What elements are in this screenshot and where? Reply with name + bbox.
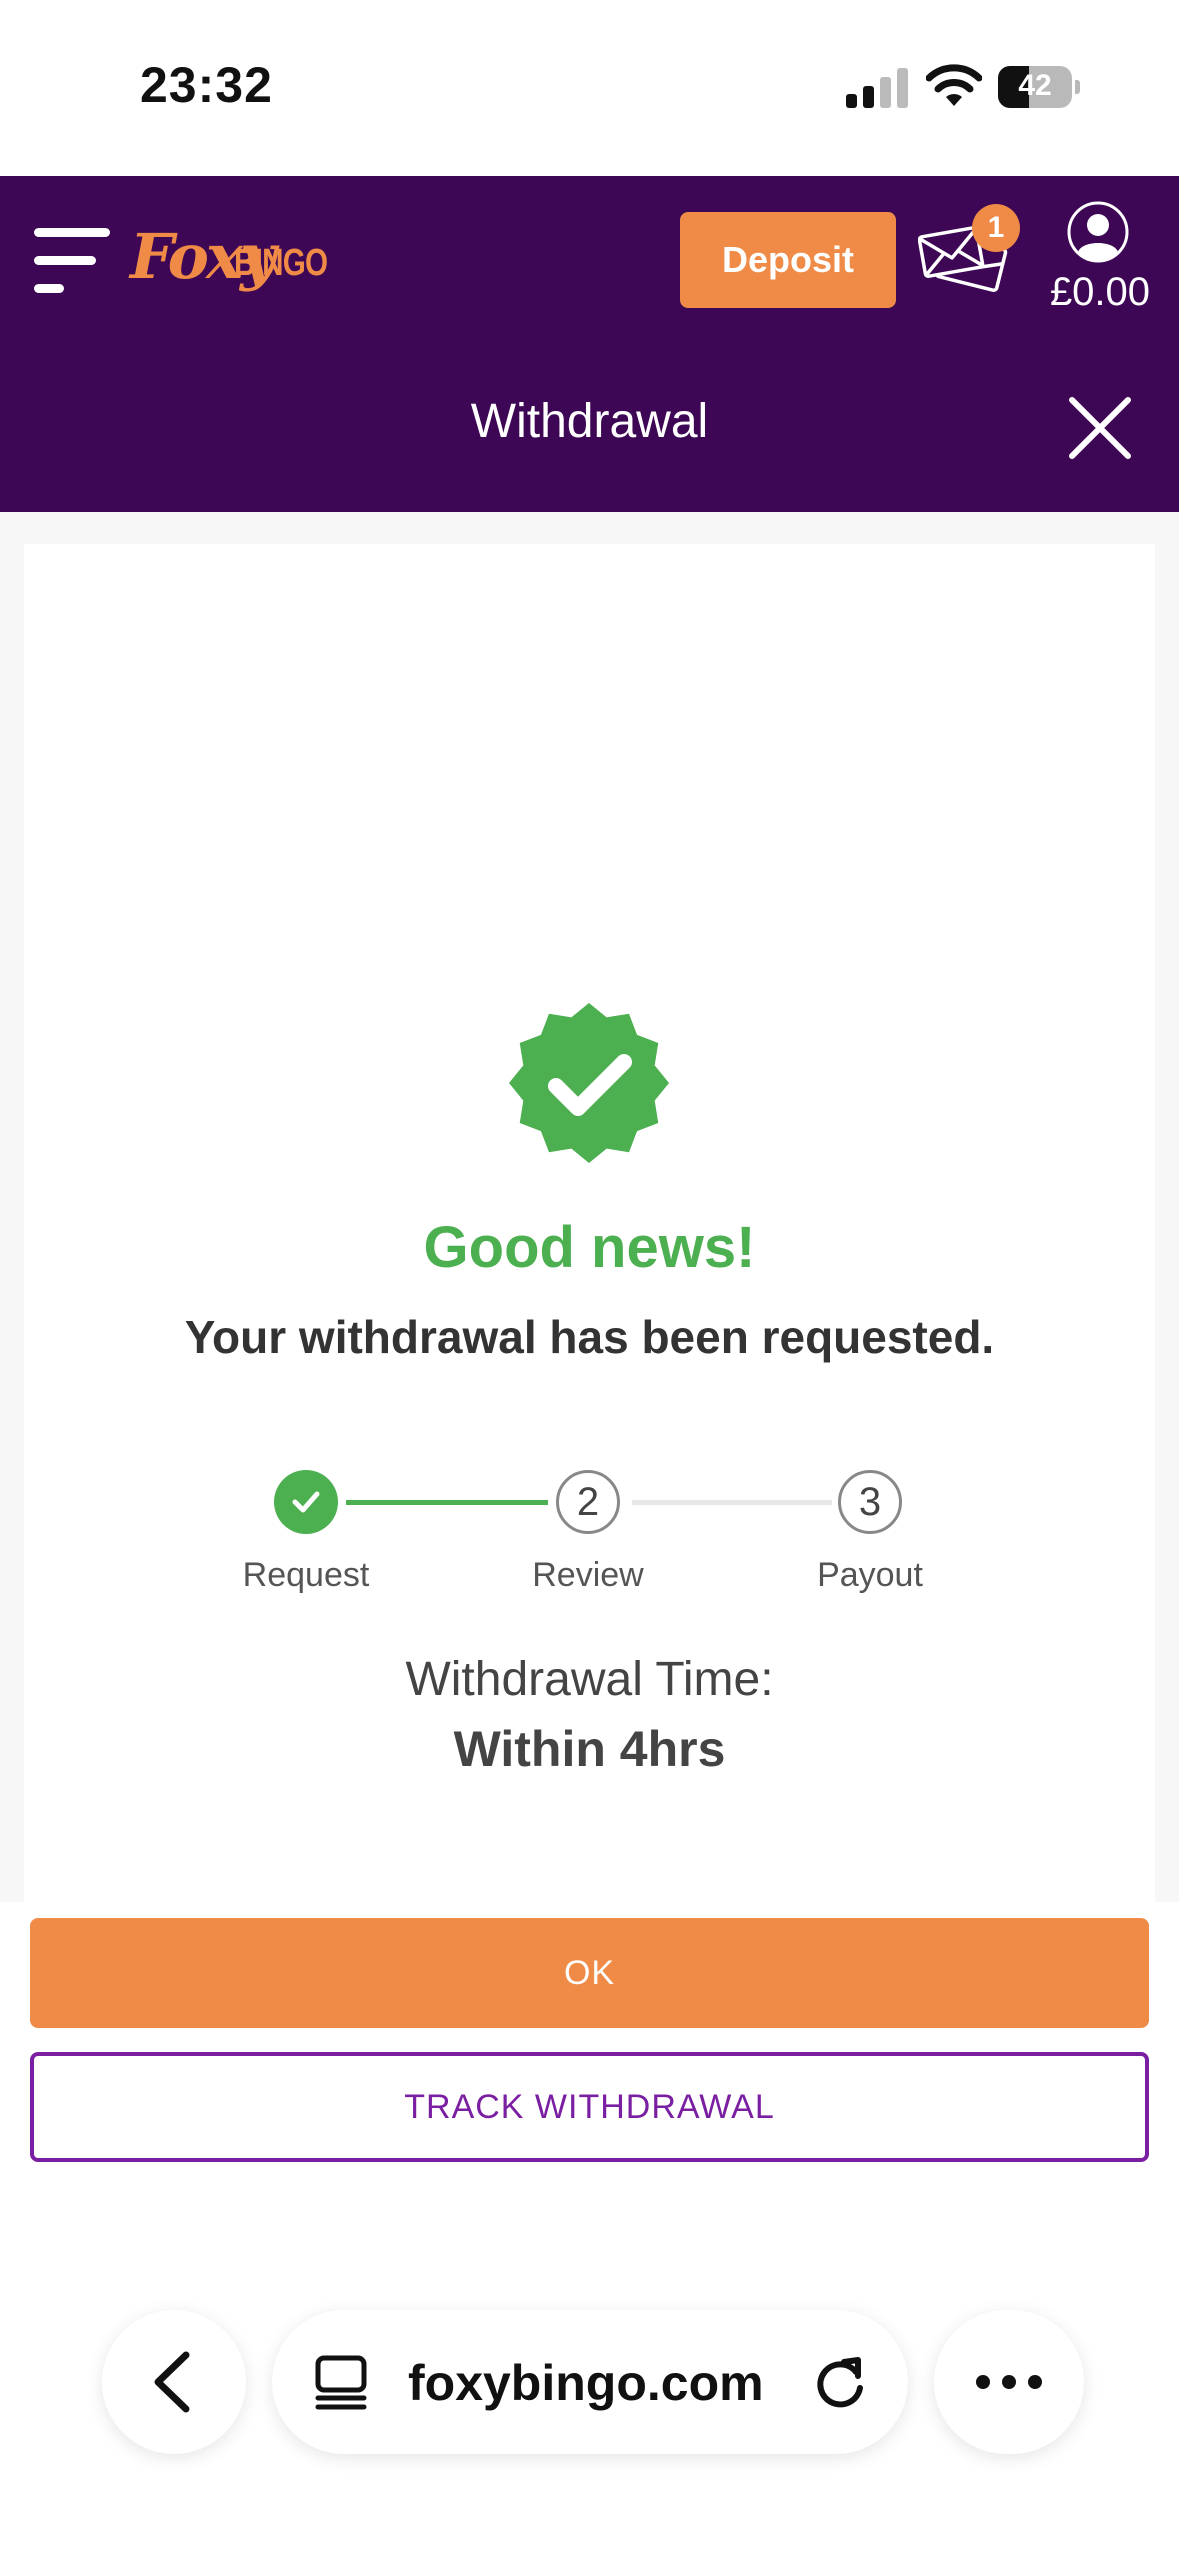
reload-icon[interactable] bbox=[810, 2352, 870, 2412]
ok-button[interactable]: OK bbox=[30, 1918, 1149, 2028]
more-options-button[interactable] bbox=[934, 2310, 1084, 2454]
step-3-label: Payout bbox=[817, 1556, 923, 1594]
withdrawal-time-label: Withdrawal Time: bbox=[405, 1653, 774, 1706]
step-3-number: 3 bbox=[838, 1470, 902, 1534]
close-icon[interactable] bbox=[1064, 392, 1136, 464]
battery-tip bbox=[1075, 80, 1080, 94]
chevron-left-icon bbox=[154, 2351, 190, 2413]
menu-icon[interactable] bbox=[34, 228, 110, 294]
logo-secondary-text: BINGO bbox=[234, 242, 328, 284]
track-withdrawal-button[interactable]: TRACK WITHDRAWAL bbox=[30, 2052, 1149, 2162]
step-connector-pending bbox=[632, 1500, 832, 1505]
foxy-bingo-logo[interactable]: Foxy BINGO bbox=[130, 216, 328, 306]
battery-level: 42 bbox=[1018, 69, 1052, 102]
battery-indicator: 42 bbox=[998, 66, 1080, 108]
wifi-icon bbox=[926, 64, 982, 106]
deposit-button[interactable]: Deposit bbox=[680, 212, 896, 308]
status-bar: 23:32 42 bbox=[0, 0, 1179, 176]
step-2-label: Review bbox=[532, 1556, 644, 1594]
page-title: Withdrawal bbox=[470, 395, 709, 448]
withdrawal-progress-stepper: 2 3 Request Review Payout bbox=[0, 1470, 1179, 1630]
account-balance: £0.00 bbox=[1049, 270, 1151, 314]
success-message: Your withdrawal has been requested. bbox=[184, 1311, 995, 1363]
status-time: 23:32 bbox=[140, 57, 273, 113]
step-1-complete bbox=[274, 1470, 338, 1534]
tabs-icon bbox=[315, 2355, 367, 2410]
step-2-number: 2 bbox=[556, 1470, 620, 1534]
step-1-label: Request bbox=[242, 1556, 370, 1594]
success-headline: Good news! bbox=[423, 1215, 756, 1280]
address-bar[interactable]: foxybingo.com bbox=[272, 2310, 908, 2454]
user-avatar-icon bbox=[1067, 201, 1129, 263]
more-dots-icon bbox=[976, 2375, 1042, 2389]
messages-count-badge: 1 bbox=[972, 204, 1020, 252]
browser-back-button[interactable] bbox=[102, 2310, 246, 2454]
check-icon bbox=[292, 1491, 320, 1513]
withdrawal-time-value: Within 4hrs bbox=[453, 1721, 726, 1777]
account-button[interactable]: £0.00 bbox=[1040, 200, 1160, 330]
url-text: foxybingo.com bbox=[408, 2355, 764, 2411]
check-badge-icon bbox=[509, 1003, 669, 1163]
browser-toolbar: foxybingo.com bbox=[0, 2200, 1179, 2556]
battery-body: 42 bbox=[998, 66, 1072, 108]
menu-line bbox=[34, 256, 96, 265]
menu-line bbox=[34, 284, 64, 293]
cellular-signal-icon bbox=[846, 68, 908, 108]
step-connector-complete bbox=[346, 1500, 548, 1505]
site-header: Foxy BINGO Deposit 1 £0.00 Withdrawal bbox=[0, 176, 1179, 512]
menu-line bbox=[34, 228, 110, 237]
